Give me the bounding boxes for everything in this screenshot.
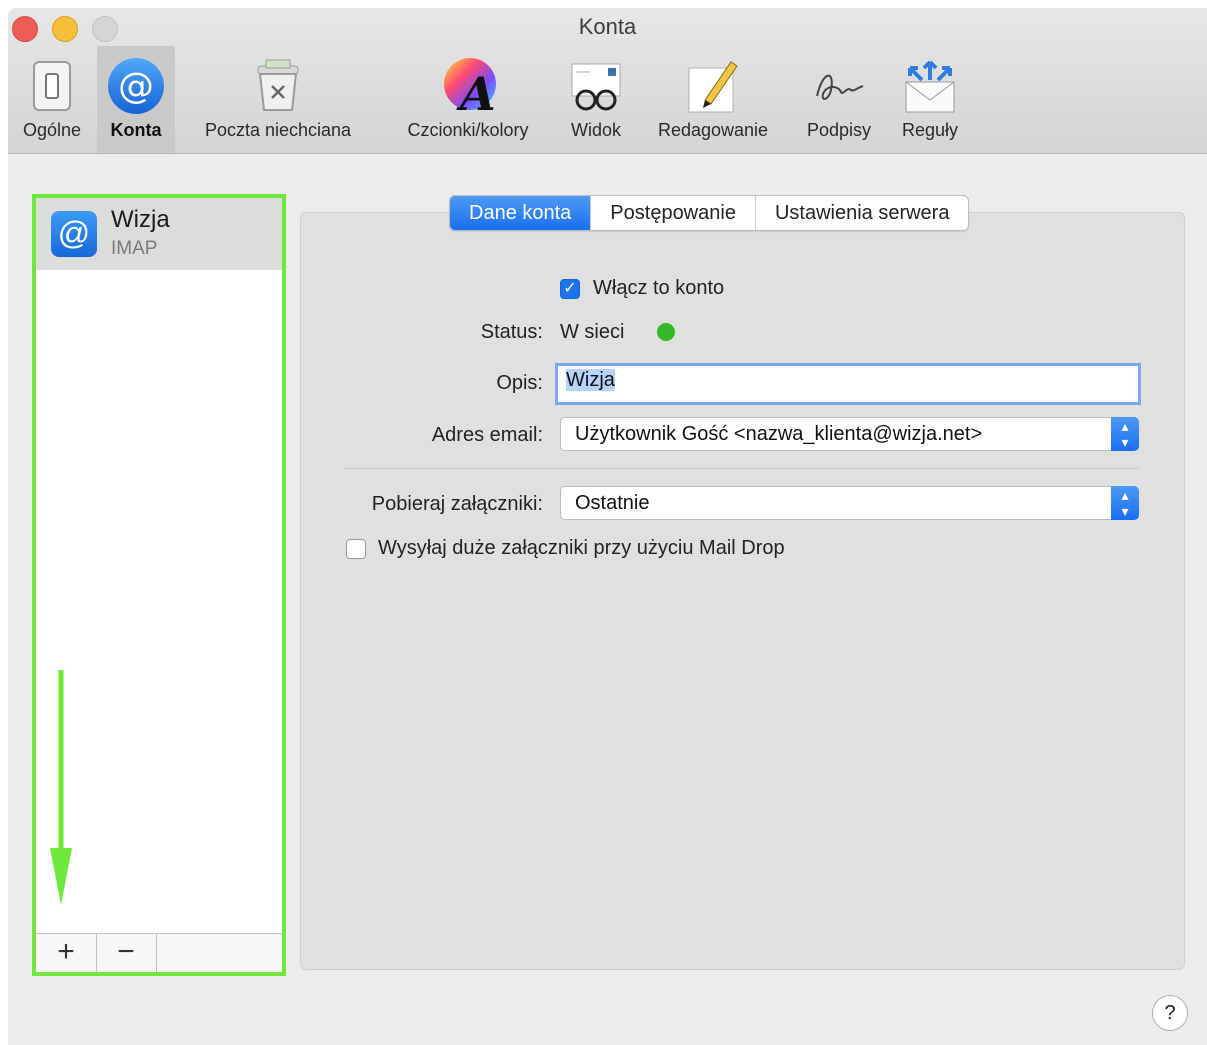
tab-mailbox-behaviors[interactable]: Postępowanie <box>591 196 756 230</box>
toolbar-label: Poczta niechciana <box>204 120 352 140</box>
accounts-list: @ Wizja IMAP + − <box>32 194 286 976</box>
toolbar-item-rules[interactable]: Reguły <box>890 46 970 153</box>
toolbar-label: Ogólne <box>22 120 82 140</box>
toolbar-label: Podpisy <box>806 120 872 140</box>
email-address-select[interactable]: Użytkownik Gość <nazwa_klienta@wizja.net… <box>560 417 1139 451</box>
svg-text:A: A <box>456 67 496 116</box>
toolbar-item-composing[interactable]: Redagowanie <box>640 46 786 153</box>
glasses-icon <box>566 56 626 116</box>
toolbar-label: Konta <box>110 120 162 140</box>
toolbar-item-signatures[interactable]: Podpisy <box>794 46 884 153</box>
description-label: Opis: <box>496 372 543 394</box>
download-attachments-value: Ostatnie <box>575 492 650 514</box>
chevron-updown-icon: ▴ ▾ <box>1111 417 1139 451</box>
description-value: Wizja <box>566 369 615 391</box>
toolbar-item-junk-mail[interactable]: Poczta niechciana <box>180 46 376 153</box>
at-sign-icon: @ <box>51 211 97 257</box>
account-row-wizja[interactable]: @ Wizja IMAP <box>36 198 282 270</box>
preferences-toolbar: Ogólne @ Konta Poczta niechciana A Czcio… <box>8 46 1207 153</box>
account-type: IMAP <box>111 238 158 259</box>
mail-drop-checkbox[interactable] <box>346 539 366 559</box>
svg-text:@: @ <box>118 66 154 107</box>
toolbar-item-general[interactable]: Ogólne <box>8 46 96 153</box>
toolbar-label: Czcionki/kolory <box>407 120 529 140</box>
title-bar: Konta Ogólne @ Konta Poczta niechciana A… <box>8 8 1207 154</box>
toolbar-item-fonts-colors[interactable]: A Czcionki/kolory <box>384 46 552 153</box>
tab-server-settings[interactable]: Ustawienia serwera <box>756 196 969 230</box>
status-label: Status: <box>480 321 543 343</box>
toolbar-item-view[interactable]: Widok <box>560 46 632 153</box>
add-account-button[interactable]: + <box>36 934 97 972</box>
at-sign-icon: @ <box>106 56 166 116</box>
email-address-label: Adres email: <box>431 424 543 446</box>
junk-bin-icon <box>248 56 308 116</box>
font-color-wheel-icon: A <box>438 56 498 121</box>
chevron-updown-icon: ▴ ▾ <box>1111 486 1139 520</box>
divider <box>344 468 1139 469</box>
account-name: Wizja <box>111 206 170 233</box>
arrow-down-icon <box>50 670 72 905</box>
enable-account-label: Włącz to konto <box>593 277 725 299</box>
list-actions-bar: + − <box>36 933 282 972</box>
signature-icon <box>809 56 869 116</box>
description-input[interactable]: Wizja <box>555 363 1141 405</box>
remove-account-button[interactable]: − <box>96 934 157 972</box>
enable-account-checkbox[interactable]: ✓ <box>560 279 580 299</box>
toolbar-label: Widok <box>570 120 621 140</box>
settings-tabs: Dane konta Postępowanie Ustawienia serwe… <box>449 195 970 231</box>
general-switch-icon <box>22 56 82 116</box>
tab-account-info[interactable]: Dane konta <box>450 196 592 230</box>
rules-envelope-icon <box>900 56 960 116</box>
mail-drop-label: Wysyłaj duże załączniki przy użyciu Mail… <box>378 537 785 559</box>
toolbar-label: Redagowanie <box>657 120 769 140</box>
download-attachments-label: Pobieraj załączniki: <box>371 493 543 515</box>
email-address-value: Użytkownik Gość <nazwa_klienta@wizja.net… <box>575 423 983 445</box>
help-button[interactable]: ? <box>1152 995 1188 1031</box>
status-online-indicator <box>657 323 675 341</box>
pencil-paper-icon <box>683 56 743 116</box>
toolbar-label: Reguły <box>901 120 959 140</box>
toolbar-item-accounts[interactable]: @ Konta <box>97 46 175 153</box>
download-attachments-select[interactable]: Ostatnie ▴ ▾ <box>560 486 1139 520</box>
window-title: Konta <box>578 14 637 39</box>
status-value: W sieci <box>560 321 625 343</box>
preferences-window: Konta Ogólne @ Konta Poczta niechciana A… <box>8 8 1207 1045</box>
